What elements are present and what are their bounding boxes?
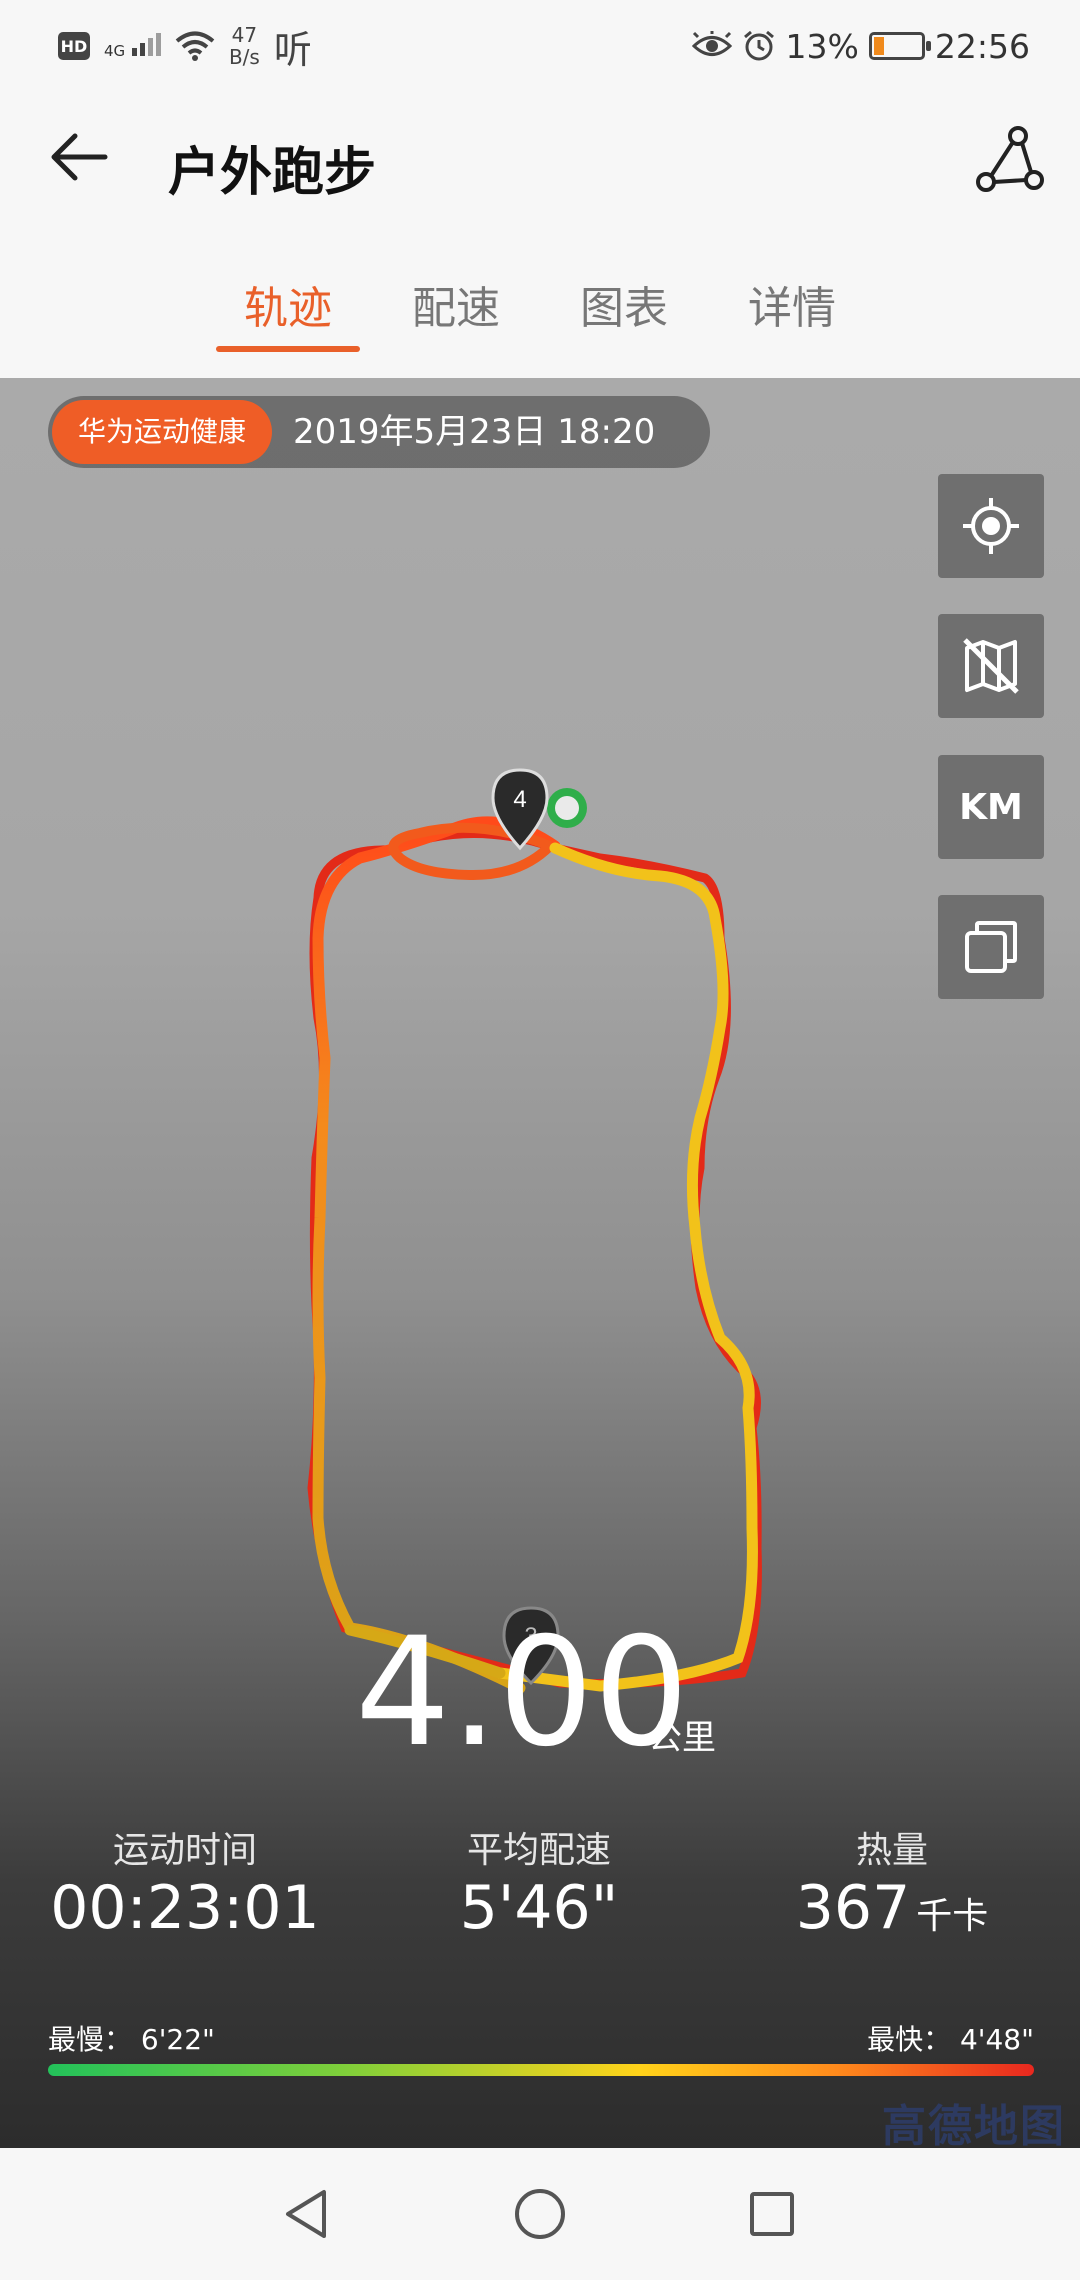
- speed-value: 47: [231, 23, 258, 47]
- date-pill: 华为运动健康 2019年5月23日 18:20: [48, 396, 710, 468]
- calories-label: 热量: [855, 1830, 928, 1871]
- map-visibility-button[interactable]: [938, 614, 1044, 718]
- app-bar: 户外跑步: [0, 92, 1080, 242]
- tab-track[interactable]: 轨迹: [203, 272, 373, 336]
- tab-bar: 轨迹 配速 图表 详情: [0, 242, 1080, 378]
- nav-recents-icon[interactable]: [742, 2184, 802, 2244]
- layers-icon: [965, 921, 1017, 973]
- workout-datetime: 2019年5月23日 18:20: [293, 412, 656, 452]
- network-speed: 47 B/s: [229, 24, 260, 68]
- map-provider-logo: 高德地图: [882, 2101, 1066, 2148]
- battery-percent: 13%: [785, 26, 859, 66]
- distance-value: 4.00: [355, 1606, 689, 1780]
- distance-unit: 公里: [648, 1718, 716, 1758]
- slowest-pace: 最慢： 6'22": [48, 2023, 215, 2056]
- brand-badge: 华为运动健康: [52, 400, 273, 464]
- calories-unit: 千卡: [916, 1896, 989, 1937]
- tab-details[interactable]: 详情: [707, 272, 877, 336]
- map-off-icon: [963, 638, 1019, 694]
- back-arrow-icon: [51, 133, 108, 181]
- active-tab-indicator: [216, 346, 360, 352]
- calories-value-wrap: 367 千卡: [732, 1873, 1052, 1943]
- speed-unit: B/s: [228, 45, 260, 69]
- signal-icon: 4G: [104, 33, 161, 59]
- km-marker-4-label: 4: [513, 786, 526, 813]
- nav-home-icon[interactable]: [510, 2184, 570, 2244]
- clock: 22:56: [934, 26, 1030, 66]
- calories-value: 367: [795, 1873, 911, 1943]
- back-button[interactable]: [45, 122, 115, 192]
- hd-badge: HD: [58, 32, 90, 60]
- system-nav-bar: [0, 2148, 1080, 2280]
- avg-pace-label: 平均配速: [466, 1830, 611, 1871]
- route-icon: [976, 126, 1044, 192]
- alarm-icon: [743, 30, 774, 61]
- network-type: 4G: [104, 42, 126, 60]
- pace-gradient-bar: [48, 2064, 1034, 2076]
- wifi-icon: [175, 31, 215, 61]
- km-toggle-button[interactable]: KM: [938, 755, 1044, 859]
- avg-pace-value: 5'46": [459, 1873, 619, 1943]
- nav-back-icon[interactable]: [278, 2184, 338, 2244]
- tab-pace[interactable]: 配速: [371, 272, 541, 336]
- layers-button[interactable]: [938, 895, 1044, 999]
- fastest-pace: 最快： 4'48": [867, 2023, 1034, 2056]
- route-button[interactable]: [972, 122, 1048, 198]
- route-map[interactable]: 4 3 华为运动健康 2019年5月23日 18:20 KM 4.00 公里 运…: [0, 378, 1080, 2148]
- app-indicator: 听: [273, 27, 312, 72]
- eye-icon: [691, 31, 732, 56]
- start-marker: [547, 788, 587, 828]
- status-right: 13% 22:56: [691, 24, 1030, 68]
- battery-icon: [868, 32, 931, 60]
- tab-charts[interactable]: 图表: [539, 272, 709, 336]
- locate-button[interactable]: [938, 474, 1044, 578]
- status-bar: HD 4G 47 B/s 听 13% 22:56: [0, 0, 1080, 92]
- duration-value: 00:23:01: [50, 1873, 320, 1943]
- status-left: HD 4G 47 B/s 听: [58, 22, 312, 72]
- crosshair-icon: [963, 498, 1019, 554]
- duration-label: 运动时间: [112, 1830, 257, 1871]
- page-title: 户外跑步: [168, 143, 377, 203]
